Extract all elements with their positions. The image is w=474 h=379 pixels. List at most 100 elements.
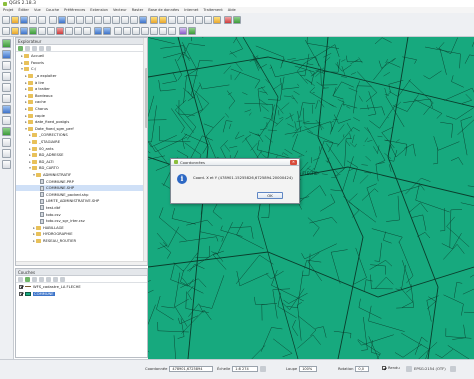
browser-item[interactable]: ▸ _a exploiter bbox=[16, 73, 147, 80]
layer-visibility-checkbox[interactable] bbox=[19, 284, 23, 289]
menu-raster[interactable]: Raster bbox=[132, 8, 144, 12]
browser-item[interactable]: ▸ 00_ants bbox=[16, 145, 147, 152]
move-label-icon[interactable] bbox=[150, 26, 158, 35]
collapse-all-icon[interactable] bbox=[39, 45, 44, 51]
pan-to-selection-icon[interactable] bbox=[58, 15, 66, 24]
copy-features-icon[interactable] bbox=[74, 26, 82, 35]
add-vector-layer-icon[interactable] bbox=[2, 39, 11, 48]
menu-extension[interactable]: Extension bbox=[90, 8, 108, 12]
open-project-icon[interactable] bbox=[11, 15, 19, 24]
rotation-spinbox[interactable]: 0,0 bbox=[355, 366, 370, 372]
manage-map-themes-icon[interactable] bbox=[32, 276, 37, 282]
browser-item[interactable]: ▸ Chorus bbox=[16, 106, 147, 113]
save-project-icon[interactable] bbox=[20, 15, 28, 24]
messages-icon[interactable] bbox=[449, 366, 456, 372]
ok-button[interactable]: OK bbox=[257, 192, 283, 199]
browser-item[interactable]: ▸ Bordeaux bbox=[16, 93, 147, 100]
browser-item[interactable]: LIMITE_ADMINISTRATIVE.SHP bbox=[16, 198, 147, 205]
save-as-icon[interactable] bbox=[29, 15, 37, 24]
expand-all-icon[interactable] bbox=[46, 276, 51, 282]
menu-preferences[interactable]: Préférences bbox=[64, 8, 85, 12]
browser-item[interactable]: ▸ _STAGIAIRE bbox=[16, 139, 147, 146]
menu-aide[interactable]: Aide bbox=[228, 8, 236, 12]
browser-item[interactable]: COMMUNE_packed.shp bbox=[16, 191, 147, 198]
browser-item[interactable]: test.dbf bbox=[16, 205, 147, 212]
browser-item[interactable]: toto.csv_sgr_irter.csv bbox=[16, 218, 147, 225]
browser-item[interactable]: ▾ ADMINISTRATIF bbox=[16, 172, 147, 179]
menu-base-de-donnees[interactable]: Base de données bbox=[148, 8, 179, 12]
add-feature-icon[interactable] bbox=[29, 26, 37, 35]
crs-globe-icon[interactable] bbox=[406, 366, 412, 372]
add-oracle-layer-icon[interactable] bbox=[2, 94, 11, 103]
rotate-label-icon[interactable] bbox=[159, 26, 167, 35]
browser-item[interactable]: ▸ Favoris bbox=[16, 60, 147, 67]
select-features-icon[interactable] bbox=[159, 15, 167, 24]
zoom-full-icon[interactable] bbox=[94, 15, 102, 24]
pin-labels-icon[interactable] bbox=[132, 26, 140, 35]
browser-item[interactable]: ▸ a traiter bbox=[16, 86, 147, 93]
move-feature-icon[interactable] bbox=[38, 26, 46, 35]
new-temp-layer-icon[interactable] bbox=[2, 160, 11, 169]
zoom-in-icon[interactable] bbox=[67, 15, 75, 24]
zoom-last-icon[interactable] bbox=[121, 15, 129, 24]
browser-item[interactable]: ▸ BD_ALTI bbox=[16, 159, 147, 166]
zoom-spinbox[interactable]: 100% bbox=[299, 366, 318, 372]
zoom-layer-icon[interactable] bbox=[112, 15, 120, 24]
plugin-icon[interactable] bbox=[233, 15, 241, 24]
browser-h-scrollbar[interactable] bbox=[16, 261, 147, 265]
browser-item[interactable]: ▸ cache bbox=[16, 99, 147, 106]
close-icon[interactable]: ✕ bbox=[290, 160, 297, 165]
georeferencer-icon[interactable] bbox=[179, 26, 187, 35]
browser-item[interactable]: ▾ C:/ bbox=[16, 66, 147, 73]
add-selected-layers-icon[interactable] bbox=[18, 45, 23, 51]
menu-traitement[interactable]: Traitement bbox=[203, 8, 222, 12]
browser-scrollbar[interactable] bbox=[143, 38, 148, 265]
coordinate-field[interactable]: 478901,6725894 bbox=[169, 366, 214, 372]
browser-item[interactable]: ▸ HYDROGRAPHIE bbox=[16, 231, 147, 238]
add-wms-layer-icon[interactable] bbox=[2, 105, 11, 114]
add-delimited-text-icon[interactable] bbox=[2, 138, 11, 147]
attribute-table-icon[interactable] bbox=[177, 15, 185, 24]
current-edits-icon[interactable] bbox=[2, 26, 10, 35]
add-raster-layer-icon[interactable] bbox=[2, 50, 11, 59]
menu-editer[interactable]: Éditer bbox=[18, 8, 29, 12]
delete-selected-icon[interactable] bbox=[56, 26, 64, 35]
add-wfs-icon[interactable] bbox=[188, 26, 196, 35]
browser-item[interactable]: ▸ copie bbox=[16, 112, 147, 119]
add-wcs-layer-icon[interactable] bbox=[2, 116, 11, 125]
remove-layer-icon[interactable] bbox=[60, 276, 65, 282]
text-annotation-icon[interactable] bbox=[213, 15, 221, 24]
refresh-icon[interactable] bbox=[139, 15, 147, 24]
collapse-all-icon[interactable] bbox=[53, 276, 58, 282]
menu-couche[interactable]: Couche bbox=[46, 8, 59, 12]
browser-item[interactable]: ▾ BD_CARTO bbox=[16, 165, 147, 172]
filter-icon[interactable] bbox=[32, 45, 37, 51]
scale-combo[interactable]: 1:8 274 bbox=[232, 366, 259, 372]
refresh-icon[interactable] bbox=[25, 45, 30, 51]
style-icon[interactable] bbox=[18, 276, 23, 282]
add-postgis-layer-icon[interactable] bbox=[2, 61, 11, 70]
add-wfs-layer-icon[interactable] bbox=[2, 127, 11, 136]
zoom-actual-icon[interactable] bbox=[85, 15, 93, 24]
add-mssql-layer-icon[interactable] bbox=[2, 83, 11, 92]
undo-icon[interactable] bbox=[94, 26, 102, 35]
menu-vecteur[interactable]: Vecteur bbox=[113, 8, 127, 12]
layer-item-commune[interactable]: COMMUNE bbox=[16, 290, 147, 297]
menu-vue[interactable]: Vue bbox=[34, 8, 41, 12]
browser-item[interactable]: ▸ HABILLAGE bbox=[16, 224, 147, 231]
statistics-icon[interactable] bbox=[195, 15, 203, 24]
save-edits-icon[interactable] bbox=[20, 26, 28, 35]
render-checkbox[interactable] bbox=[382, 366, 386, 370]
redo-icon[interactable] bbox=[103, 26, 111, 35]
browser-item[interactable]: toto.csv bbox=[16, 211, 147, 218]
new-project-icon[interactable] bbox=[2, 15, 10, 24]
browser-item[interactable]: ▸ Accueil bbox=[16, 53, 147, 60]
browser-item[interactable]: ▸ RESEAU_ROUTIER bbox=[16, 238, 147, 245]
identify-icon[interactable] bbox=[150, 15, 158, 24]
filter-legend-icon[interactable] bbox=[39, 276, 44, 282]
print-composer-icon[interactable] bbox=[38, 15, 46, 24]
pan-icon[interactable] bbox=[49, 15, 57, 24]
browser-item[interactable]: COMMUNE.PRP bbox=[16, 178, 147, 185]
new-shapefile-icon[interactable] bbox=[2, 149, 11, 158]
lock-scale-icon[interactable] bbox=[260, 366, 267, 372]
